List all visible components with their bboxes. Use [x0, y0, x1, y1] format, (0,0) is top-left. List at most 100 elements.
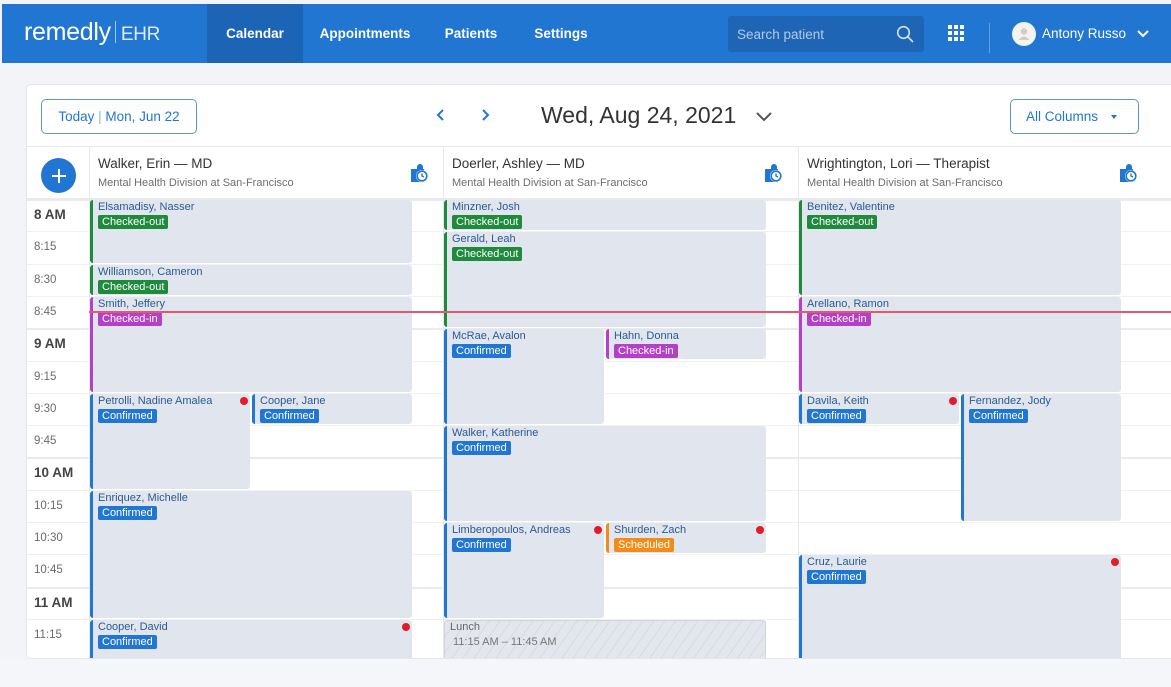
status-badge: Scheduled — [614, 538, 674, 552]
time-label: 8:30 — [34, 273, 57, 286]
patient-name: Elsamadisy, Nasser — [98, 201, 195, 213]
appointment-card[interactable]: Walker, Katherine Confirmed — [444, 426, 766, 521]
appointment-card[interactable]: Shurden, Zach Scheduled — [606, 523, 766, 554]
patient-name: Shurden, Zach — [614, 524, 687, 536]
page-footer-area — [0, 659, 1171, 687]
appointment-card[interactable]: Minzner, Josh Checked-out — [444, 200, 766, 231]
time-label: 8:45 — [34, 305, 57, 318]
schedule-availability-icon[interactable] — [408, 162, 430, 184]
status-badge: Checked-in — [614, 344, 678, 359]
caret-down-icon — [1111, 115, 1117, 119]
provider-header: Wrightington, Lori — Therapist Mental He… — [798, 147, 1171, 199]
patient-name: Cooper, Jane — [260, 394, 326, 407]
patient-name: Fernandez, Jody — [969, 394, 1051, 407]
status-badge: Confirmed — [98, 634, 157, 649]
patient-name: Walker, Katherine — [452, 427, 539, 440]
time-label: 9:15 — [34, 370, 57, 383]
alert-dot-icon — [756, 526, 764, 534]
status-badge: Confirmed — [452, 538, 511, 552]
app-logo[interactable]: remedly EHR — [24, 18, 160, 47]
nav-patients[interactable]: Patients — [427, 4, 515, 63]
status-badge: Confirmed — [98, 408, 157, 423]
provider-name: Wrightington, Lori — Therapist — [807, 156, 990, 171]
patient-name: McRae, Avalon — [452, 330, 526, 343]
calendar-grid: 8 AM 8:15 8:30 8:45 9 AM 9:15 9:30 9:45 10 AM 10:… — [27, 199, 1171, 658]
schedule-availability-icon[interactable] — [762, 162, 784, 184]
provider-header-row: Walker, Erin — MD Mental Health Division… — [27, 146, 1171, 199]
time-label: 10:30 — [34, 532, 63, 544]
today-button[interactable]: Today | Mon, Jun 22 — [41, 99, 197, 134]
top-navigation-bar: remedly EHR Calendar Appointments Patient… — [2, 4, 1171, 63]
all-columns-dropdown[interactable]: All Columns — [1010, 99, 1139, 134]
status-badge: Checked-out — [807, 215, 878, 229]
appointment-card[interactable]: Davila, Keith Confirmed — [799, 393, 959, 425]
user-name[interactable]: Antony Russo — [1042, 26, 1126, 41]
status-badge: Confirmed — [807, 408, 866, 423]
search-icon[interactable] — [896, 25, 914, 43]
time-label: 10:15 — [34, 499, 63, 512]
chevron-left-icon[interactable] — [431, 105, 451, 125]
date-picker-chevron-icon[interactable] — [755, 111, 773, 123]
patient-name: Enriquez, Michelle — [98, 491, 188, 504]
appointment-card[interactable]: Fernandez, Jody Confirmed — [961, 393, 1121, 521]
current-date-title[interactable]: Wed, Aug 24, 2021 — [541, 102, 736, 129]
patient-name: Davila, Keith — [807, 394, 869, 407]
appointment-card[interactable]: Enriquez, Michelle Confirmed — [90, 490, 412, 618]
search-input[interactable] — [728, 16, 888, 52]
status-badge: Confirmed — [452, 344, 511, 359]
provider-header: Walker, Erin — MD Mental Health Division… — [89, 147, 443, 199]
alert-dot-icon — [402, 622, 410, 631]
user-avatar[interactable] — [1012, 22, 1036, 46]
status-badge: Checked-out — [452, 247, 523, 262]
schedule-availability-icon[interactable] — [1117, 162, 1139, 184]
appointment-card[interactable]: Limberopoulos, Andreas Confirmed — [444, 523, 604, 618]
provider-division: Mental Health Division at San-Francisco — [807, 177, 1003, 189]
patient-name: Petrolli, Nadine Amalea — [98, 394, 213, 407]
appointment-card[interactable]: Williamson, Cameron Checked-out — [90, 264, 412, 295]
add-appointment-button[interactable] — [41, 158, 76, 193]
patient-name: Arellano, Ramon — [807, 297, 889, 310]
nav-calendar[interactable]: Calendar — [207, 4, 303, 63]
appointment-card[interactable]: Cooper, Jane Confirmed — [252, 393, 412, 425]
status-badge: Confirmed — [969, 408, 1028, 423]
time-label: 10:45 — [34, 564, 63, 577]
chevron-right-icon[interactable] — [475, 105, 495, 125]
nav-settings[interactable]: Settings — [515, 4, 607, 63]
brand-name: remedly — [24, 18, 111, 46]
status-badge: Checked-out — [98, 215, 169, 229]
provider-division: Mental Health Division at San-Francisco — [98, 177, 294, 189]
search-box — [728, 16, 924, 52]
appointment-card[interactable]: McRae, Avalon Confirmed — [444, 329, 604, 425]
current-time-indicator — [89, 310, 1171, 313]
patient-name: Williamson, Cameron — [98, 265, 203, 278]
appointment-card[interactable]: Cooper, David Confirmed — [90, 619, 412, 658]
appointment-card[interactable]: Petrolli, Nadine Amalea Confirmed — [90, 393, 250, 489]
time-label: 10 AM — [34, 465, 74, 481]
block-time-range: 11:15 AM – 11:45 AM — [453, 635, 557, 648]
provider-name: Walker, Erin — MD — [98, 156, 213, 171]
alert-dot-icon — [949, 396, 957, 405]
appointment-card[interactable]: Elsamadisy, Nasser Checked-out — [90, 200, 412, 263]
apps-grid-icon[interactable] — [948, 25, 964, 41]
time-label: 9 AM — [34, 336, 66, 352]
patient-name: Minzner, Josh — [452, 201, 520, 213]
patient-name: Cooper, David — [98, 620, 168, 633]
columns-label: All Columns — [1026, 109, 1099, 124]
time-label: 9:45 — [34, 435, 57, 448]
patient-name: Benitez, Valentine — [807, 201, 895, 213]
time-label: 8:15 — [34, 241, 57, 254]
appointment-card[interactable]: Hahn, Donna Checked-in — [606, 329, 766, 360]
time-label: 8 AM — [34, 207, 66, 222]
provider-header: Doerler, Ashley — MD Mental Health Divis… — [443, 147, 798, 199]
alert-dot-icon — [240, 396, 248, 405]
lunch-block: Lunch 11:15 AM – 11:45 AM — [444, 619, 766, 658]
toolbar-divider — [989, 23, 990, 53]
status-badge: Confirmed — [98, 505, 157, 520]
status-badge: Checked-in — [98, 311, 162, 326]
chevron-down-icon[interactable] — [1136, 29, 1150, 39]
appointment-card[interactable]: Cruz, Laurie Confirmed — [799, 555, 1121, 658]
appointment-card[interactable]: Benitez, Valentine Checked-out — [799, 200, 1121, 295]
patient-name: Limberopoulos, Andreas — [452, 524, 571, 536]
nav-appointments[interactable]: Appointments — [303, 4, 427, 63]
provider-division: Mental Health Division at San-Francisco — [452, 177, 648, 189]
